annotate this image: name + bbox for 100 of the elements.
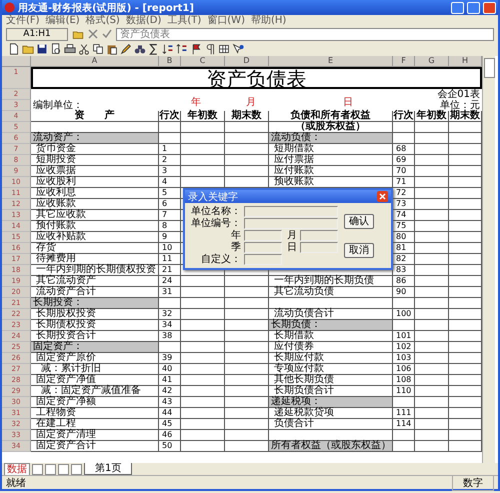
table-cell <box>415 166 449 177</box>
table-cell: 9 <box>159 232 181 243</box>
table-cell <box>415 364 449 375</box>
sum-icon[interactable] <box>148 42 160 54</box>
table-cell <box>225 353 269 364</box>
column-header[interactable]: B <box>159 56 181 67</box>
print-icon[interactable] <box>64 42 76 54</box>
table-cell: 70 <box>393 166 415 177</box>
close-button[interactable] <box>483 2 496 14</box>
table-cell <box>181 342 225 353</box>
cell-reference-field[interactable]: A1:H1 <box>6 28 68 40</box>
table-cell: 固定资产净值 <box>31 375 159 386</box>
table-cell: 递延税款贷项 <box>269 408 393 419</box>
menu-item[interactable]: 格式(S) <box>86 15 120 27</box>
table-cell: 负债合计 <box>269 419 393 430</box>
table-cell: 1 <box>159 144 181 155</box>
table-cell: 11 <box>159 254 181 265</box>
close-icon[interactable] <box>377 191 388 202</box>
confirm-icon[interactable] <box>102 29 112 39</box>
vertical-scrollbar[interactable] <box>482 56 495 463</box>
column-header[interactable]: C <box>181 56 225 67</box>
menu-item[interactable]: 编辑(E) <box>46 15 80 27</box>
table-cell: 应收股利 <box>31 177 159 188</box>
menu-item[interactable]: 数据(D) <box>126 15 162 27</box>
column-header[interactable]: F <box>393 56 415 67</box>
last-page-button[interactable] <box>71 464 82 474</box>
table-cell: 39 <box>159 353 181 364</box>
next-page-button[interactable] <box>58 464 69 474</box>
table-cell <box>415 221 449 232</box>
formula-input[interactable]: 资产负债表 <box>116 28 494 40</box>
table-cell: 其他长期负债 <box>269 375 393 386</box>
table-cell: 102 <box>393 342 415 353</box>
table-cell <box>225 408 269 419</box>
mode-indicator[interactable]: 数据 <box>4 462 30 476</box>
table-cell: 43 <box>159 397 181 408</box>
paragraph-icon[interactable] <box>204 42 216 54</box>
binoculars-icon[interactable] <box>134 42 146 54</box>
table-cell <box>415 331 449 342</box>
column-header[interactable]: A <box>31 56 159 67</box>
table-cell <box>181 408 225 419</box>
table-cell: 专项应付款 <box>269 364 393 375</box>
table-cell: 44 <box>159 408 181 419</box>
table-cell: 长期投资： <box>31 298 159 309</box>
scissors-icon[interactable] <box>78 42 90 54</box>
column-header[interactable]: H <box>449 56 482 67</box>
paste-icon[interactable] <box>106 42 118 54</box>
status-indicator: 数字 <box>452 474 494 490</box>
input-field[interactable] <box>300 242 338 253</box>
table-cell: 其它流动负债 <box>269 287 393 298</box>
maximize-button[interactable] <box>467 2 480 14</box>
table-cell <box>181 419 225 430</box>
input-field[interactable] <box>244 254 282 265</box>
table-cell <box>225 144 269 155</box>
first-page-button[interactable] <box>32 464 43 474</box>
previous-page-button[interactable] <box>45 464 56 474</box>
cancel-icon[interactable] <box>88 29 98 39</box>
input-field[interactable] <box>300 230 338 241</box>
input-field[interactable] <box>244 242 282 253</box>
grid-icon[interactable] <box>218 42 230 54</box>
sort-descending-icon[interactable] <box>176 42 188 54</box>
table-cell <box>181 331 225 342</box>
save-icon[interactable] <box>36 42 48 54</box>
input-field[interactable] <box>244 206 338 217</box>
preview-icon[interactable] <box>50 42 62 54</box>
menu-item[interactable]: 帮助(H) <box>250 15 286 27</box>
input-field[interactable] <box>244 218 338 229</box>
column-header[interactable]: G <box>415 56 449 67</box>
dialog-button[interactable]: 确认 <box>344 214 374 228</box>
copy-icon[interactable] <box>92 42 104 54</box>
table-cell <box>225 375 269 386</box>
menu-item[interactable]: 窗口(W) <box>207 15 245 27</box>
table-cell: 应收账款 <box>31 199 159 210</box>
table-cell <box>159 342 181 353</box>
dialog-button[interactable]: 取消 <box>344 242 374 258</box>
flag-icon[interactable] <box>190 42 202 54</box>
minimize-button[interactable] <box>451 2 464 14</box>
table-cell <box>415 177 449 188</box>
table-cell: 108 <box>393 375 415 386</box>
field-label: 自定义： <box>200 254 241 265</box>
table-cell <box>415 144 449 155</box>
table-cell <box>225 155 269 166</box>
table-cell: 68 <box>393 144 415 155</box>
column-header[interactable]: D <box>225 56 269 67</box>
folder-icon[interactable] <box>72 28 84 40</box>
table-cell: 待摊费用 <box>31 254 159 265</box>
table-cell: 31 <box>159 287 181 298</box>
input-field[interactable] <box>244 230 282 241</box>
table-cell: 流动负债： <box>269 133 393 144</box>
table-cell <box>415 408 449 419</box>
sheet-tab[interactable]: 第1页 <box>84 463 132 475</box>
table-cell <box>415 320 449 331</box>
sort-ascending-icon[interactable] <box>162 42 174 54</box>
table-cell <box>181 155 225 166</box>
menu-item[interactable]: 工具(T) <box>167 15 202 27</box>
column-header[interactable]: E <box>269 56 393 67</box>
table-cell <box>415 265 449 276</box>
table-cell <box>415 276 449 287</box>
menu-item[interactable]: 文件(F) <box>6 15 40 27</box>
field-label: 单位编号： <box>190 218 241 229</box>
table-cell: 40 <box>159 364 181 375</box>
